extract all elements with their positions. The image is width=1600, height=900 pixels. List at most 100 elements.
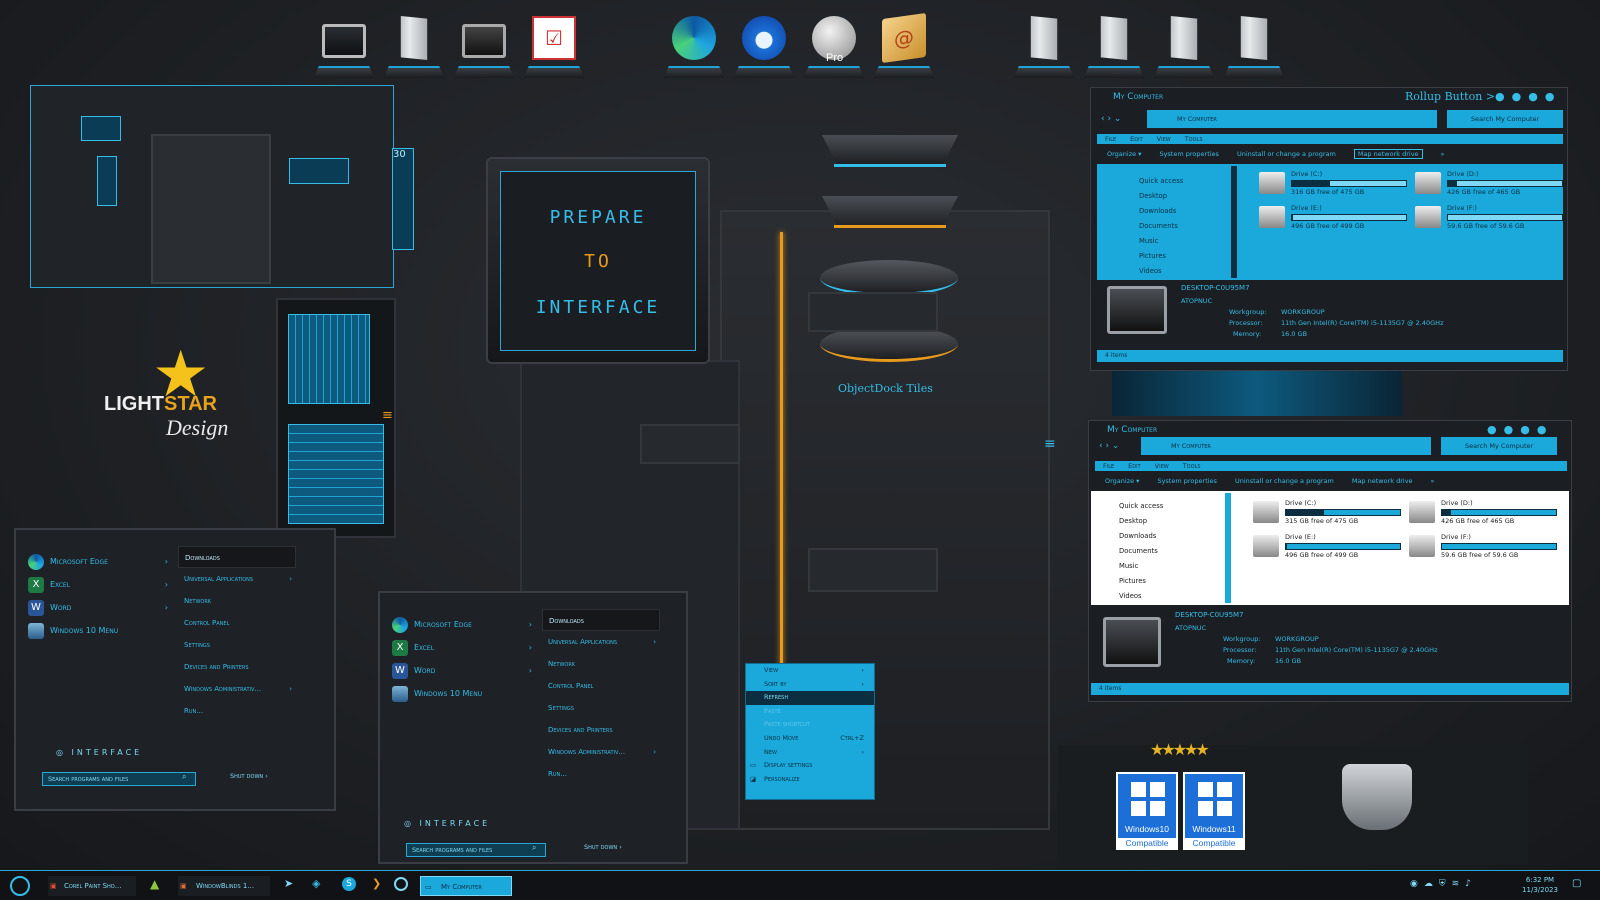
dock-tile-edge[interactable] [664, 16, 724, 78]
start-item-edge[interactable]: Microsoft Edge › [388, 613, 538, 636]
ctx-refresh[interactable]: Refresh [746, 691, 874, 705]
cmd-uninstall[interactable]: Uninstall or change a program [1237, 150, 1336, 158]
dock-tile-computer[interactable] [454, 16, 514, 78]
dock-tile-folder-4[interactable] [1154, 16, 1214, 78]
nav-pictures[interactable]: Pictures [1091, 574, 1221, 589]
start-link-downloads[interactable]: Downloads [178, 546, 296, 568]
drive-e[interactable]: Drive (E:) 496 GB free of 499 GB [1259, 204, 1407, 234]
dock-tile-folder-5[interactable] [1224, 16, 1284, 78]
nav-desktop[interactable]: Desktop [1091, 514, 1221, 529]
cursor-app-icon[interactable]: ➤ [284, 877, 293, 890]
nav-quick-access[interactable]: Quick access [1091, 499, 1221, 514]
start-link-admin[interactable]: Windows Administrativ... › [542, 741, 660, 763]
ctx-undo-move[interactable]: Undo Move Ctrl+Z [746, 732, 874, 746]
start-orb-icon[interactable] [10, 876, 30, 896]
window-button-icon[interactable]: ● [1520, 423, 1537, 436]
start-item-word[interactable]: W Word › [388, 659, 538, 682]
nav-arrows[interactable]: ‹ › ⌄ [1101, 114, 1121, 124]
nav-music[interactable]: Music [1091, 559, 1221, 574]
skype-icon[interactable]: S [342, 877, 356, 891]
shutdown-button[interactable]: Shut down › [584, 843, 622, 851]
cmd-organize[interactable]: Organize ▾ [1107, 150, 1141, 158]
layers-app-icon[interactable]: ◈ [312, 877, 320, 890]
pointer-app-icon[interactable]: ❯ [372, 877, 381, 890]
start-item-excel[interactable]: X Excel › [388, 636, 538, 659]
ctx-sort-by[interactable]: Sort by › [746, 678, 874, 692]
taskbar-item-my-computer[interactable]: ▭ My Computer [420, 876, 512, 896]
dock-tile-folder-2[interactable] [1014, 16, 1074, 78]
nav-videos[interactable]: Videos [1097, 264, 1227, 279]
start-link-control-panel[interactable]: Control Panel [542, 675, 660, 697]
start-search-input[interactable]: Search programs and files [406, 843, 546, 857]
window-button-icon[interactable]: ● [1495, 90, 1512, 103]
ctx-new[interactable]: New › [746, 746, 874, 760]
drive-c[interactable]: Drive (C:) 316 GB free of 475 GB [1259, 170, 1407, 200]
hamburger-icon[interactable]: ≡ [382, 408, 393, 423]
start-link-settings[interactable]: Settings [542, 697, 660, 719]
nav-scrollbar[interactable] [1231, 166, 1237, 278]
cmd-map-drive[interactable]: Map network drive [1352, 477, 1413, 485]
notification-icon[interactable]: ▢ [1572, 878, 1581, 889]
objectdock-tile-3[interactable] [820, 260, 958, 296]
nav-quick-access[interactable]: Quick access [1097, 174, 1227, 189]
cmd-map-drive[interactable]: Map network drive [1353, 149, 1423, 159]
cloud-tray-icon[interactable]: ☁ [1424, 879, 1439, 889]
start-search-input[interactable]: Search programs and files [42, 772, 196, 786]
address-bar[interactable]: My Computer [1141, 437, 1431, 455]
drive-d[interactable]: Drive (D:) 426 GB free of 465 GB [1409, 499, 1557, 529]
ctx-paste[interactable]: Paste [746, 705, 874, 719]
menu-tools[interactable]: Tools [1183, 462, 1201, 470]
menu-lines-icon[interactable]: ≡ [1044, 436, 1056, 452]
nav-arrows[interactable]: ‹ › ⌄ [1099, 441, 1119, 451]
nav-scrollbar[interactable] [1225, 493, 1231, 603]
nav-documents[interactable]: Documents [1097, 219, 1227, 234]
cmd-system-properties[interactable]: System properties [1159, 150, 1218, 158]
window-button-icon[interactable]: ● [1545, 90, 1562, 103]
window-button-icon[interactable]: ● [1504, 423, 1521, 436]
dock-tile-monitor[interactable] [314, 16, 374, 78]
drive-f[interactable]: Drive (F:) 59.6 GB free of 59.6 GB [1415, 204, 1563, 234]
start-link-network[interactable]: Network [178, 590, 296, 612]
ctx-paste-shortcut[interactable]: Paste shortcut [746, 718, 874, 732]
nav-documents[interactable]: Documents [1091, 544, 1221, 559]
menu-file[interactable]: File [1105, 135, 1116, 143]
window-button-icon[interactable]: ● [1537, 423, 1554, 436]
menu-edit[interactable]: Edit [1128, 462, 1141, 470]
drive-c[interactable]: Drive (C:) 315 GB free of 475 GB [1253, 499, 1401, 529]
drive-d[interactable]: Drive (D:) 426 GB free of 465 GB [1415, 170, 1563, 200]
nav-pictures[interactable]: Pictures [1097, 249, 1227, 264]
window-button-icon[interactable]: ● [1512, 90, 1529, 103]
search-box[interactable]: Search My Computer [1441, 437, 1557, 455]
start-link-settings[interactable]: Settings [178, 634, 296, 656]
ring-app-icon[interactable] [394, 877, 408, 891]
start-link-control-panel[interactable]: Control Panel [178, 612, 296, 634]
objectdock-tile-1[interactable] [822, 135, 958, 167]
menu-tools[interactable]: Tools [1185, 135, 1203, 143]
start-item-excel[interactable]: X Excel › [24, 573, 174, 596]
menu-view[interactable]: View [1155, 462, 1169, 470]
start-link-run[interactable]: Run... [542, 763, 660, 785]
cmd-uninstall[interactable]: Uninstall or change a program [1235, 477, 1334, 485]
cmd-organize[interactable]: Organize ▾ [1105, 477, 1139, 485]
dock-tile-folder[interactable] [384, 16, 444, 78]
shield-tray-icon[interactable]: ⛨ [1439, 879, 1452, 889]
nav-downloads[interactable]: Downloads [1091, 529, 1221, 544]
ctx-personalize[interactable]: ◪ Personalize [746, 773, 874, 787]
start-item-win10-menu[interactable]: Windows 10 Menu [24, 619, 174, 642]
app-icon[interactable]: ▲ [150, 877, 159, 891]
window-button-icon[interactable]: ● [1528, 90, 1545, 103]
objectdock-tile-2[interactable] [822, 196, 958, 228]
ctx-display-settings[interactable]: ▭ Display settings [746, 759, 874, 773]
ctx-view[interactable]: View › [746, 664, 874, 678]
start-link-universal-apps[interactable]: Universal Applications › [542, 631, 660, 653]
rollup-button[interactable]: Rollup Button > [1405, 90, 1495, 103]
menu-view[interactable]: View [1157, 135, 1171, 143]
start-link-downloads[interactable]: Downloads [542, 609, 660, 631]
start-item-win10-menu[interactable]: Windows 10 Menu [388, 682, 538, 705]
cmd-system-properties[interactable]: System properties [1157, 477, 1216, 485]
network-tray-icon[interactable]: ◉ [1410, 879, 1424, 889]
shutdown-button[interactable]: Shut down › [230, 772, 268, 780]
address-bar[interactable]: My Computer [1147, 110, 1437, 128]
cmd-more[interactable]: » [1431, 477, 1435, 485]
cmd-more[interactable]: » [1441, 150, 1445, 158]
